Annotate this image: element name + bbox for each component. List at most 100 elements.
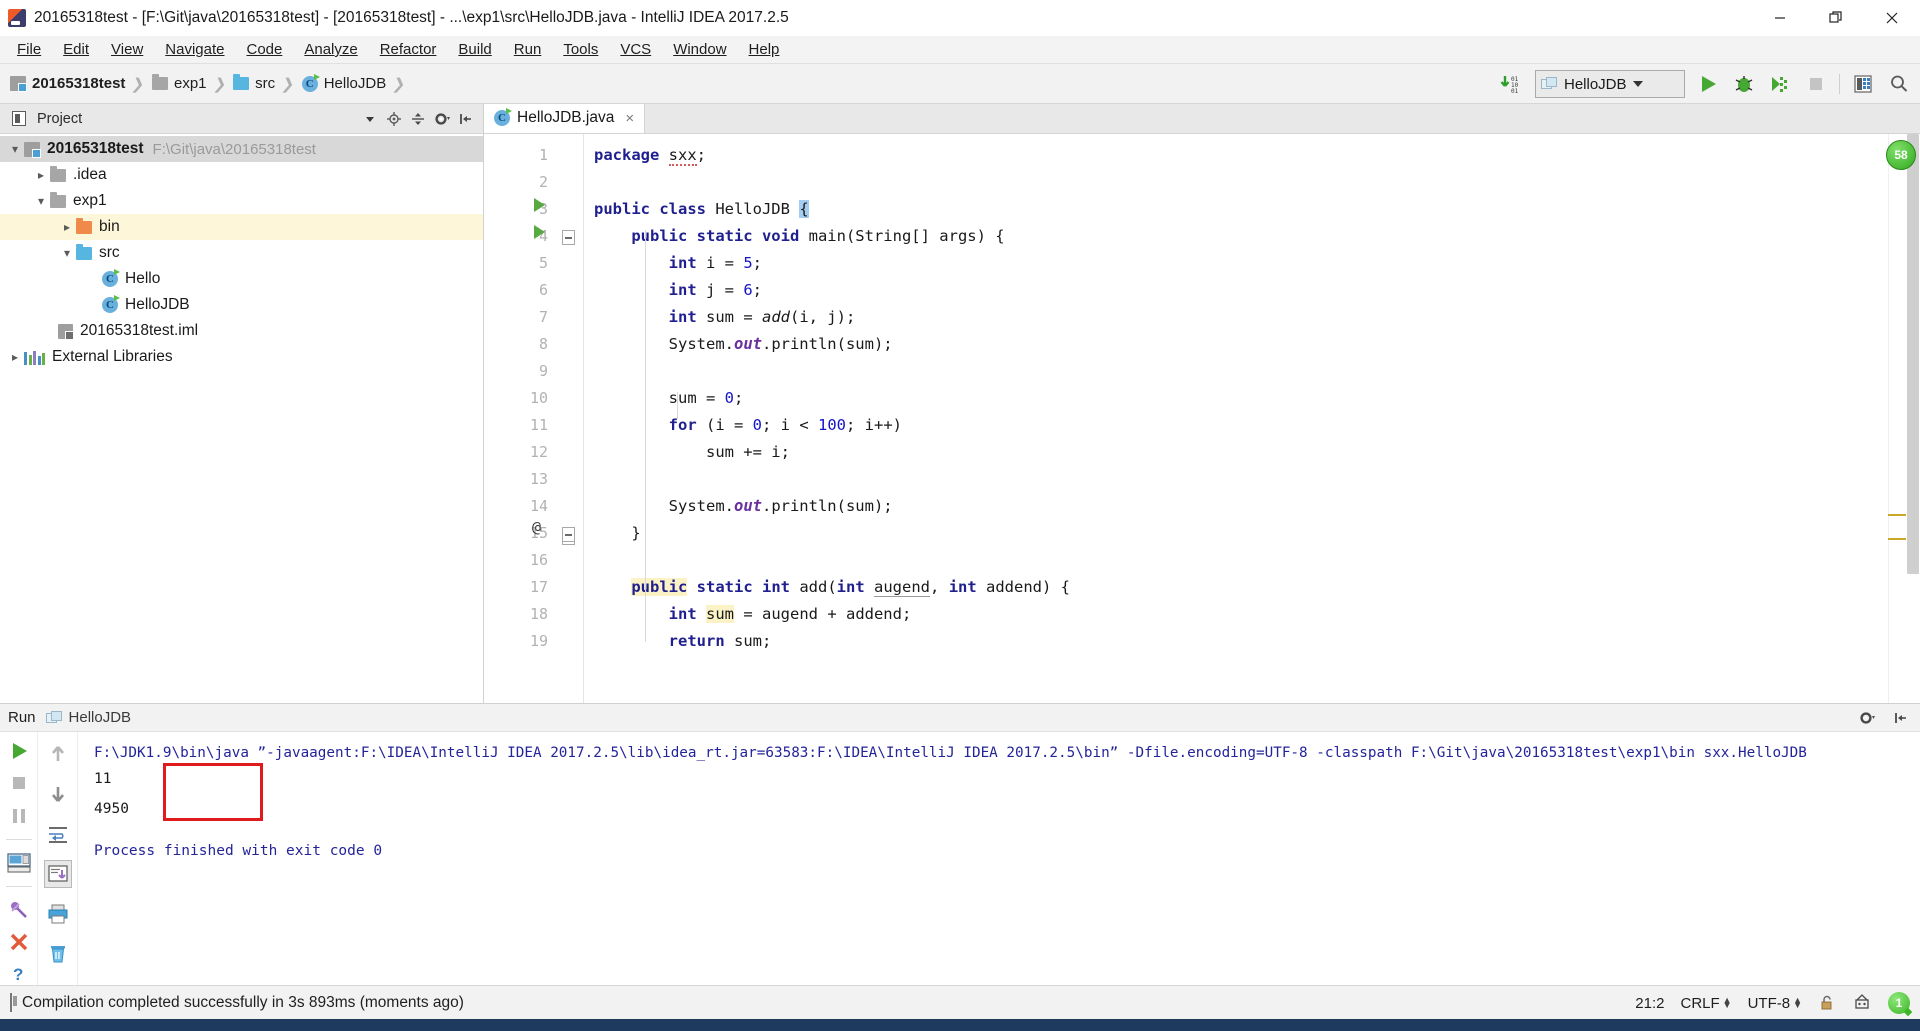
scroll-to-end-button[interactable] [43, 860, 72, 888]
menu-analyze[interactable]: Analyze [293, 38, 368, 61]
source-folder-icon [76, 243, 92, 260]
tree-item-hellojdb[interactable]: C HelloJDB [0, 292, 483, 318]
tree-item-external-libraries[interactable]: ▸ External Libraries [0, 344, 483, 370]
menu-help[interactable]: Help [738, 38, 791, 61]
chevron-down-icon[interactable] [359, 108, 381, 130]
line-number: 10 [529, 389, 548, 407]
tree-item-src[interactable]: ▾ src [0, 240, 483, 266]
search-everywhere-button[interactable] [1886, 71, 1912, 97]
editor-scrollbar-thumb[interactable] [1907, 134, 1919, 574]
menu-navigate[interactable]: Navigate [154, 38, 235, 61]
editor-fold-column[interactable] [556, 134, 582, 703]
breadcrumb-class[interactable]: C HelloJDB [301, 73, 386, 92]
chevron-right-icon[interactable]: ▸ [58, 220, 76, 234]
editor-gutter[interactable]: 1 2 3 4 5 6 7 8 9 10 11 12 13 14 15 16 1 [484, 134, 556, 703]
menu-file[interactable]: File [6, 38, 52, 61]
unlocked-icon[interactable] [1818, 994, 1836, 1012]
tab-hellojdb-java[interactable]: C HelloJDB.java × [484, 103, 646, 133]
breadcrumb-exp1-label: exp1 [174, 75, 207, 92]
run-button[interactable] [1695, 71, 1721, 97]
code-editor[interactable]: 1 2 3 4 5 6 7 8 9 10 11 12 13 14 15 16 1 [484, 134, 1920, 703]
gear-icon[interactable] [431, 108, 453, 130]
encoding-selector[interactable]: UTF-8 ▲ ▼ [1748, 995, 1802, 1012]
line-separator-selector[interactable]: CRLF ▲ ▼ [1680, 995, 1731, 1012]
tree-item-iml[interactable]: 20165318test.iml [0, 318, 483, 344]
run-class-gutter-icon[interactable] [534, 198, 545, 212]
menu-tools[interactable]: Tools [552, 38, 609, 61]
menu-refactor[interactable]: Refactor [369, 38, 448, 61]
print-button[interactable] [44, 900, 72, 928]
chevron-right-icon[interactable]: ▸ [6, 350, 24, 364]
warning-marker[interactable] [1888, 538, 1906, 540]
rerun-button[interactable] [5, 740, 33, 762]
soft-wrap-button[interactable] [44, 820, 72, 848]
breadcrumb-exp1[interactable]: exp1 [152, 74, 207, 92]
menu-view[interactable]: View [100, 38, 154, 61]
source-folder-icon [233, 74, 250, 90]
run-with-coverage-button[interactable] [1767, 71, 1793, 97]
status-message: Compilation completed successfully in 3s… [22, 993, 464, 1011]
breadcrumb-project[interactable]: 20165318test [10, 75, 125, 92]
tree-item-idea[interactable]: ▸ .idea [0, 162, 483, 188]
caret-position[interactable]: 21:2 [1635, 995, 1664, 1012]
editor-marker-bar[interactable] [1888, 134, 1906, 703]
fold-region-main[interactable] [562, 230, 575, 245]
pin-tab-button[interactable] [5, 898, 33, 920]
status-bar: Compilation completed successfully in 3s… [0, 985, 1920, 1019]
run-tool-window: Run HelloJDB ? F:\JDK1.9\bin\java ˮ-java… [0, 703, 1920, 985]
warning-marker[interactable] [1888, 514, 1906, 516]
menu-window[interactable]: Window [662, 38, 737, 61]
gear-icon[interactable] [1856, 707, 1878, 729]
chevron-down-icon[interactable]: ▾ [58, 246, 76, 260]
project-module-icon [10, 76, 27, 92]
chevron-down-icon[interactable]: ▾ [6, 142, 24, 156]
tree-item-exp1[interactable]: ▾ exp1 [0, 188, 483, 214]
close-icon[interactable]: × [625, 110, 634, 127]
code-content[interactable]: package sxx; public class HelloJDB { pub… [582, 134, 1888, 703]
breadcrumb-src[interactable]: src [233, 74, 275, 92]
run-method-gutter-icon[interactable] [534, 225, 545, 239]
layout-settings-button[interactable] [5, 851, 33, 873]
chevron-down-icon[interactable]: ▾ [32, 194, 50, 208]
tree-item-hello[interactable]: C Hello [0, 266, 483, 292]
locate-icon[interactable] [383, 108, 405, 130]
menu-vcs[interactable]: VCS [609, 38, 662, 61]
hide-icon[interactable] [1890, 707, 1912, 729]
title-bar: 20165318test - [F:\Git\java\20165318test… [0, 0, 1920, 36]
inspector-icon[interactable] [1852, 993, 1872, 1013]
breadcrumb-project-label: 20165318test [32, 75, 126, 92]
maximize-button[interactable] [1808, 0, 1864, 36]
tree-item-bin[interactable]: ▸ bin [0, 214, 483, 240]
editor-scrollbar[interactable] [1906, 134, 1920, 703]
hide-icon[interactable] [455, 108, 477, 130]
menu-code[interactable]: Code [235, 38, 293, 61]
window-title: 20165318test - [F:\Git\java\20165318test… [34, 9, 789, 26]
code-line-19: return sum; [668, 632, 772, 650]
tree-item-project-root[interactable]: ▾ 20165318test F:\Git\java\20165318test [0, 136, 483, 162]
minimize-button[interactable] [1752, 0, 1808, 36]
run-configuration-selector[interactable]: HelloJDB [1535, 70, 1685, 98]
down-stack-button[interactable] [44, 780, 72, 808]
debug-button[interactable] [1731, 71, 1757, 97]
close-button[interactable] [1864, 0, 1920, 36]
up-stack-button[interactable] [44, 740, 72, 768]
compile-binary-icon[interactable]: 01 10 01 [1499, 71, 1525, 97]
help-button[interactable]: ? [5, 963, 33, 985]
collapse-all-icon[interactable] [407, 108, 429, 130]
annotation-gutter-icon[interactable]: @ [532, 518, 541, 536]
encoding-label: UTF-8 [1747, 994, 1791, 1012]
clear-all-button[interactable] [44, 940, 72, 968]
menu-run[interactable]: Run [503, 38, 553, 61]
event-count-badge[interactable]: 1 [1888, 992, 1910, 1014]
close-button[interactable] [5, 931, 33, 953]
run-window-tab[interactable]: HelloJDB [45, 709, 131, 726]
menu-edit[interactable]: Edit [52, 38, 100, 61]
chevron-right-icon[interactable]: ▸ [32, 168, 50, 182]
library-icon [24, 350, 45, 365]
main-toolbar: 01 10 01 HelloJDB [1499, 64, 1912, 104]
console-output[interactable]: F:\JDK1.9\bin\java ˮ-javaagent:F:\IDEA\I… [78, 732, 1920, 985]
database-button[interactable] [1850, 71, 1876, 97]
inspection-status-badge[interactable]: 58 [1886, 140, 1916, 170]
fold-region-add[interactable] [562, 527, 575, 542]
menu-build[interactable]: Build [447, 38, 502, 61]
